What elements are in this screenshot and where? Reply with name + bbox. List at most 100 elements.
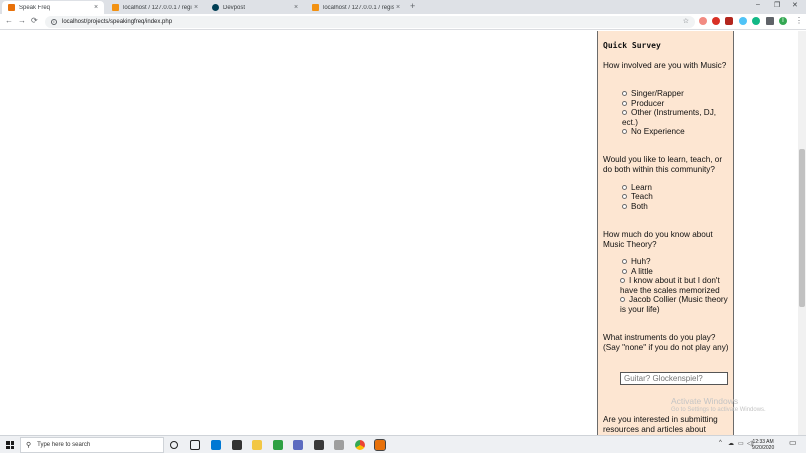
- instruments-input[interactable]: [620, 372, 728, 385]
- tab-label: localhost / 127.0.0.1 / registry / u: [123, 4, 192, 11]
- question-submit-resources: Are you interested in submitting resourc…: [603, 415, 718, 434]
- maximize-button[interactable]: ❐: [774, 1, 780, 9]
- option-jacob-collier[interactable]: Jacob Collier (Music theory is your life…: [620, 295, 728, 314]
- tab-label: Speak Freq: [19, 4, 51, 11]
- address-text: localhost/projects/speakingfreq/index.ph…: [62, 19, 173, 25]
- page-scrollbar[interactable]: [798, 31, 806, 435]
- radio-button[interactable]: [622, 194, 627, 200]
- option-label: Learn: [631, 182, 652, 192]
- app-icon[interactable]: [314, 440, 324, 450]
- windows-taskbar: ⚲ Type here to search ^ ☁ ▭ ◁) 12:33 AM …: [0, 435, 806, 453]
- close-tab-icon[interactable]: ×: [92, 4, 100, 11]
- phpmyadmin-favicon-icon: [312, 4, 319, 11]
- close-tab-icon[interactable]: ×: [192, 4, 200, 11]
- grammarly-extension-icon[interactable]: [752, 17, 760, 25]
- address-bar[interactable]: i localhost/projects/speakingfreq/index.…: [45, 16, 695, 28]
- radio-button[interactable]: [622, 100, 627, 106]
- new-tab-button[interactable]: +: [410, 1, 415, 11]
- option-singer-rapper[interactable]: Singer/Rapper: [622, 89, 730, 99]
- extension-icon[interactable]: [739, 17, 747, 25]
- windows-start-icon[interactable]: [6, 441, 14, 449]
- scrollbar-thumb[interactable]: [799, 149, 805, 307]
- close-tab-icon[interactable]: ×: [292, 4, 300, 11]
- clock-date: 9/20/2020: [752, 445, 775, 451]
- survey-panel: Quick Survey How involved are you with M…: [597, 31, 734, 435]
- option-no-experience[interactable]: No Experience: [622, 127, 730, 137]
- radio-button[interactable]: [620, 278, 625, 284]
- onedrive-icon[interactable]: ☁: [728, 440, 734, 447]
- mail-icon[interactable]: [211, 440, 221, 450]
- question-learn-teach: Would you like to learn, teach, or do bo…: [603, 155, 723, 174]
- option-label: Jacob Collier (Music theory is your life…: [620, 295, 728, 314]
- phpmyadmin-favicon-icon: [112, 4, 119, 11]
- reload-button[interactable]: ⟳: [31, 16, 38, 25]
- tab-devpost[interactable]: Devpost ×: [206, 1, 304, 14]
- shield-extension-icon[interactable]: [725, 17, 733, 25]
- radio-button[interactable]: [622, 203, 627, 209]
- option-teach[interactable]: Teach: [622, 192, 730, 202]
- tab-speak-freq[interactable]: Speak Freq ×: [2, 1, 104, 14]
- cortana-icon[interactable]: [170, 441, 178, 449]
- network-icon[interactable]: ▭: [738, 440, 744, 447]
- adblock-extension-icon[interactable]: [712, 17, 720, 25]
- menu-kebab-icon[interactable]: ⋮: [795, 16, 803, 25]
- devpost-favicon-icon: [212, 4, 219, 11]
- radio-button[interactable]: [620, 297, 625, 303]
- option-label: I know about it but I don't have the sca…: [620, 276, 720, 295]
- tab-phpmyadmin-2[interactable]: localhost / 127.0.0.1 / registry / u ×: [306, 1, 406, 14]
- profile-avatar[interactable]: I: [779, 17, 787, 25]
- chrome-icon[interactable]: [355, 440, 365, 450]
- app-icon[interactable]: [273, 440, 283, 450]
- app-icon[interactable]: [293, 440, 303, 450]
- radio-button[interactable]: [622, 259, 627, 264]
- tab-label: localhost / 127.0.0.1 / registry / u: [323, 4, 394, 11]
- speak-freq-favicon-icon: [8, 4, 15, 11]
- bookmark-star-icon[interactable]: ☆: [683, 17, 689, 25]
- store-icon[interactable]: [232, 440, 242, 450]
- tab-label: Devpost: [223, 4, 246, 11]
- forward-button[interactable]: →: [18, 16, 26, 25]
- survey-title: Quick Survey: [603, 41, 661, 50]
- browser-toolbar: ← → ⟳ i localhost/projects/speakingfreq/…: [0, 14, 806, 30]
- app-icon[interactable]: [334, 440, 344, 450]
- option-producer[interactable]: Producer: [622, 99, 730, 109]
- notifications-icon[interactable]: ▭: [789, 438, 797, 447]
- xampp-icon[interactable]: [374, 439, 386, 451]
- activate-windows-title: Activate Windows: [671, 396, 739, 406]
- file-explorer-icon[interactable]: [252, 440, 262, 450]
- question-music-involvement: How involved are you with Music?: [603, 61, 727, 70]
- option-other[interactable]: Other (Instruments, DJ, ect.): [603, 108, 729, 127]
- question-instruments: What instruments do you play? (Say "none…: [603, 333, 729, 352]
- option-label: Other (Instruments, DJ, ect.): [622, 108, 717, 127]
- puzzle-extensions-icon[interactable]: [766, 17, 774, 25]
- option-label: Both: [631, 201, 648, 211]
- taskbar-search-box[interactable]: ⚲ Type here to search: [20, 437, 164, 453]
- tray-chevron-icon[interactable]: ^: [719, 440, 722, 446]
- site-info-icon[interactable]: i: [51, 19, 57, 25]
- option-label: Singer/Rapper: [631, 89, 684, 98]
- minimize-button[interactable]: –: [756, 1, 760, 8]
- radio-button[interactable]: [622, 184, 627, 190]
- option-a-little[interactable]: A little: [622, 267, 730, 277]
- radio-button[interactable]: [622, 129, 627, 135]
- extension-icon[interactable]: [699, 17, 707, 25]
- option-label: Teach: [631, 192, 653, 202]
- tab-phpmyadmin-1[interactable]: localhost / 127.0.0.1 / registry / u ×: [106, 1, 204, 14]
- option-label: Huh?: [631, 257, 651, 266]
- option-know-about-it[interactable]: I know about it but I don't have the sca…: [620, 276, 728, 295]
- close-window-button[interactable]: ✕: [792, 1, 798, 9]
- back-button[interactable]: ←: [5, 16, 13, 25]
- radio-button[interactable]: [622, 110, 627, 116]
- radio-button[interactable]: [622, 91, 627, 96]
- option-learn[interactable]: Learn: [622, 183, 730, 193]
- close-tab-icon[interactable]: ×: [394, 4, 402, 11]
- task-view-icon[interactable]: [190, 440, 200, 450]
- option-huh[interactable]: Huh?: [622, 257, 730, 267]
- search-icon: ⚲: [26, 442, 32, 449]
- tab-strip: Speak Freq × localhost / 127.0.0.1 / reg…: [0, 0, 806, 14]
- radio-button[interactable]: [622, 268, 627, 274]
- activate-windows-subtitle: Go to Settings to activate Windows.: [671, 407, 766, 413]
- option-label: A little: [631, 266, 653, 276]
- option-both[interactable]: Both: [622, 202, 730, 212]
- taskbar-clock[interactable]: 12:33 AM 9/20/2020: [752, 439, 774, 451]
